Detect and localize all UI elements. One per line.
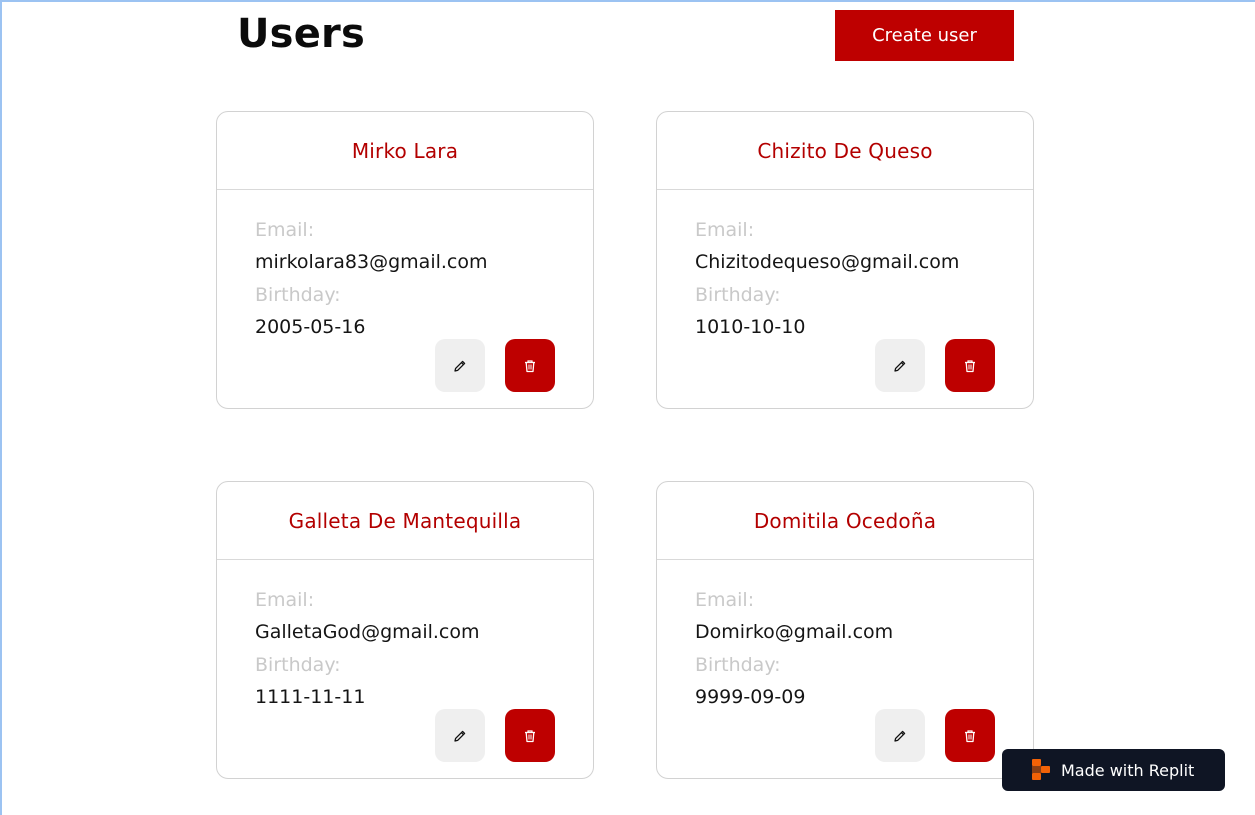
email-value: GalletaGod@gmail.com (255, 621, 480, 643)
delete-user-button[interactable] (945, 709, 995, 762)
badge-label: Made with Replit (1061, 760, 1195, 780)
window-frame (0, 0, 1255, 815)
user-card-body: Email: mirkolara83@gmail.com Birthday: 2… (217, 190, 593, 344)
birthday-label: Birthday: (695, 284, 781, 306)
birthday-label: Birthday: (255, 654, 341, 676)
user-name: Galleta De Mantequilla (288, 508, 522, 533)
user-card-body: Email: Chizitodequeso@gmail.com Birthday… (657, 190, 1033, 344)
delete-user-button[interactable] (505, 709, 555, 762)
user-card: Domitila Ocedoña Email: Domirko@gmail.co… (656, 481, 1034, 779)
made-with-replit-badge[interactable]: Made with Replit (1002, 749, 1225, 791)
pencil-icon (894, 730, 906, 742)
trash-icon (965, 729, 975, 742)
user-card-header: Chizito De Queso (657, 112, 1033, 190)
replit-logo-icon (1032, 759, 1050, 780)
edit-user-button[interactable] (435, 339, 485, 392)
email-label: Email: (255, 219, 315, 241)
user-card-header: Domitila Ocedoña (657, 482, 1033, 560)
pencil-icon (894, 360, 906, 372)
birthday-label: Birthday: (695, 654, 781, 676)
user-name: Domitila Ocedoña (753, 508, 937, 533)
email-label: Email: (695, 219, 755, 241)
pencil-icon (454, 730, 466, 742)
user-name: Mirko Lara (351, 138, 459, 163)
user-card: Mirko Lara Email: mirkolara83@gmail.com … (216, 111, 594, 409)
email-value: Chizitodequeso@gmail.com (695, 251, 960, 273)
user-name: Chizito De Queso (757, 138, 933, 163)
edit-user-button[interactable] (875, 339, 925, 392)
delete-user-button[interactable] (945, 339, 995, 392)
email-label: Email: (695, 589, 755, 611)
trash-icon (525, 729, 535, 742)
birthday-label: Birthday: (255, 284, 341, 306)
delete-user-button[interactable] (505, 339, 555, 392)
email-value: Domirko@gmail.com (695, 621, 894, 643)
trash-icon (965, 359, 975, 372)
user-card: Galleta De Mantequilla Email: GalletaGod… (216, 481, 594, 779)
email-label: Email: (255, 589, 315, 611)
user-card-body: Email: Domirko@gmail.com Birthday: 9999-… (657, 560, 1033, 714)
user-card-header: Galleta De Mantequilla (217, 482, 593, 560)
page-title: Users (237, 11, 365, 57)
edit-user-button[interactable] (435, 709, 485, 762)
user-card-body: Email: GalletaGod@gmail.com Birthday: 11… (217, 560, 593, 714)
email-value: mirkolara83@gmail.com (255, 251, 488, 273)
pencil-icon (454, 360, 466, 372)
create-user-button[interactable]: Create user (835, 10, 1014, 61)
user-card: Chizito De Queso Email: Chizitodequeso@g… (656, 111, 1034, 409)
edit-user-button[interactable] (875, 709, 925, 762)
trash-icon (525, 359, 535, 372)
user-card-header: Mirko Lara (217, 112, 593, 190)
